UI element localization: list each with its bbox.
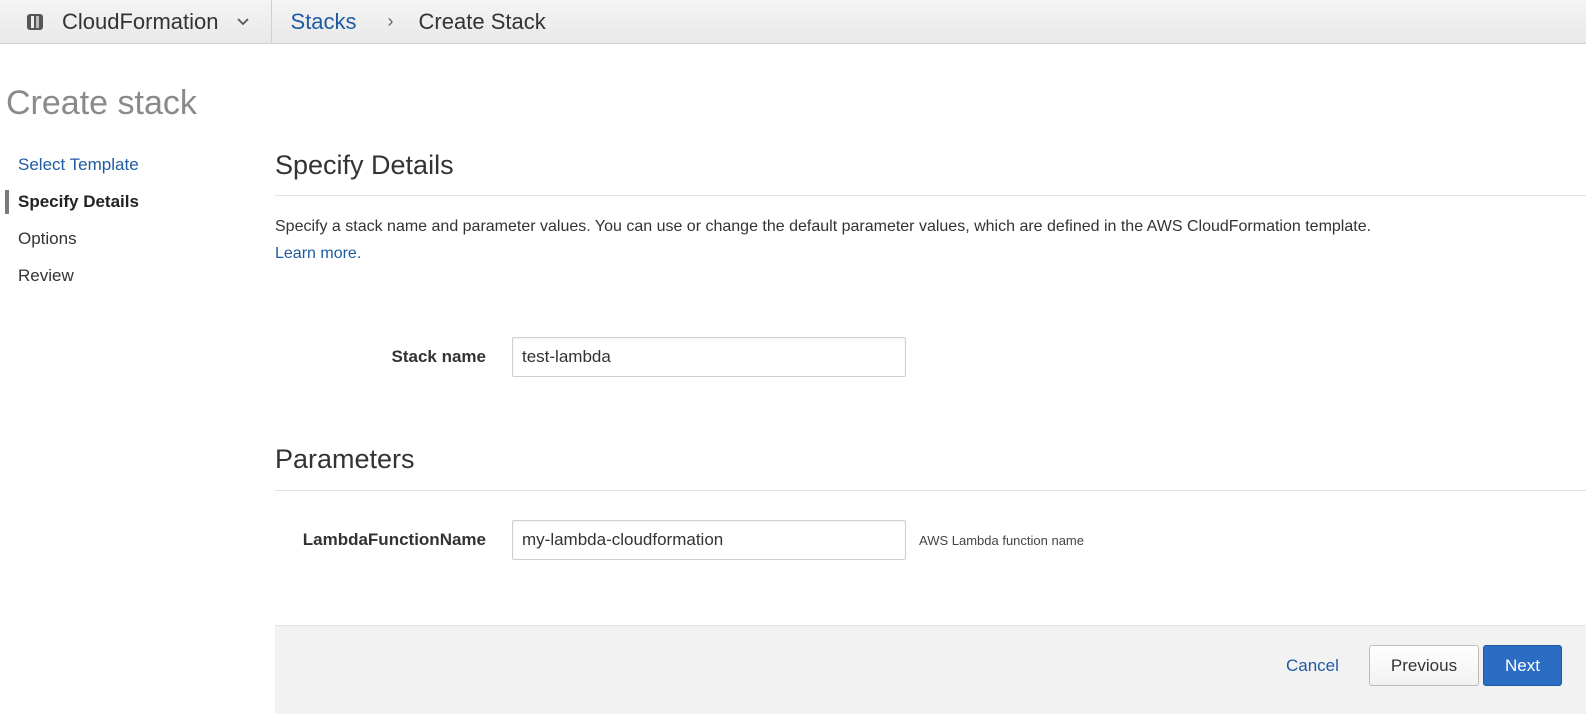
parameter-row: LambdaFunctionName AWS Lambda function n…	[275, 520, 1084, 560]
main-content: Specify Details Specify a stack name and…	[275, 150, 1586, 560]
parameters-heading: Parameters	[275, 444, 415, 474]
service-name: CloudFormation	[62, 8, 219, 34]
cloudformation-icon	[27, 13, 43, 30]
lambda-function-name-hint: AWS Lambda function name	[919, 532, 1084, 548]
wizard-footer: Cancel Previous Next	[275, 625, 1586, 714]
specify-details-heading: Specify Details	[275, 150, 454, 180]
details-description: Specify a stack name and parameter value…	[275, 213, 1586, 267]
description-text: Specify a stack name and parameter value…	[275, 218, 1372, 235]
stack-name-input[interactable]	[512, 337, 906, 377]
step-review: Review	[18, 266, 74, 285]
previous-button[interactable]: Previous	[1369, 645, 1479, 686]
step-options: Options	[18, 229, 77, 248]
learn-more-link[interactable]: Learn more.	[275, 245, 361, 262]
step-select-template[interactable]: Select Template	[0, 152, 240, 189]
service-selector[interactable]: CloudFormation	[0, 0, 272, 44]
chevron-down-icon[interactable]	[236, 17, 249, 26]
wizard-steps-nav: Select Template Specify Details Options …	[0, 152, 240, 300]
next-button[interactable]: Next	[1483, 645, 1562, 686]
breadcrumb-stacks-link[interactable]: Stacks	[291, 9, 357, 35]
page-title: Create stack	[6, 84, 197, 122]
lambda-function-name-label: LambdaFunctionName	[302, 530, 486, 549]
breadcrumb-current: Create Stack	[418, 8, 546, 34]
step-specify-details: Specify Details	[0, 189, 240, 226]
breadcrumb-separator: ›	[387, 11, 394, 31]
lambda-function-name-input[interactable]	[512, 520, 906, 560]
top-navigation-bar: CloudFormation Stacks › Create Stack	[0, 0, 1586, 44]
section-divider	[275, 195, 1586, 196]
cancel-button[interactable]: Cancel	[1286, 656, 1339, 676]
parameters-divider	[275, 490, 1586, 491]
stack-name-label: Stack name	[391, 347, 487, 366]
stack-name-row: Stack name	[275, 337, 906, 377]
breadcrumb: Stacks › Create Stack	[272, 9, 546, 35]
